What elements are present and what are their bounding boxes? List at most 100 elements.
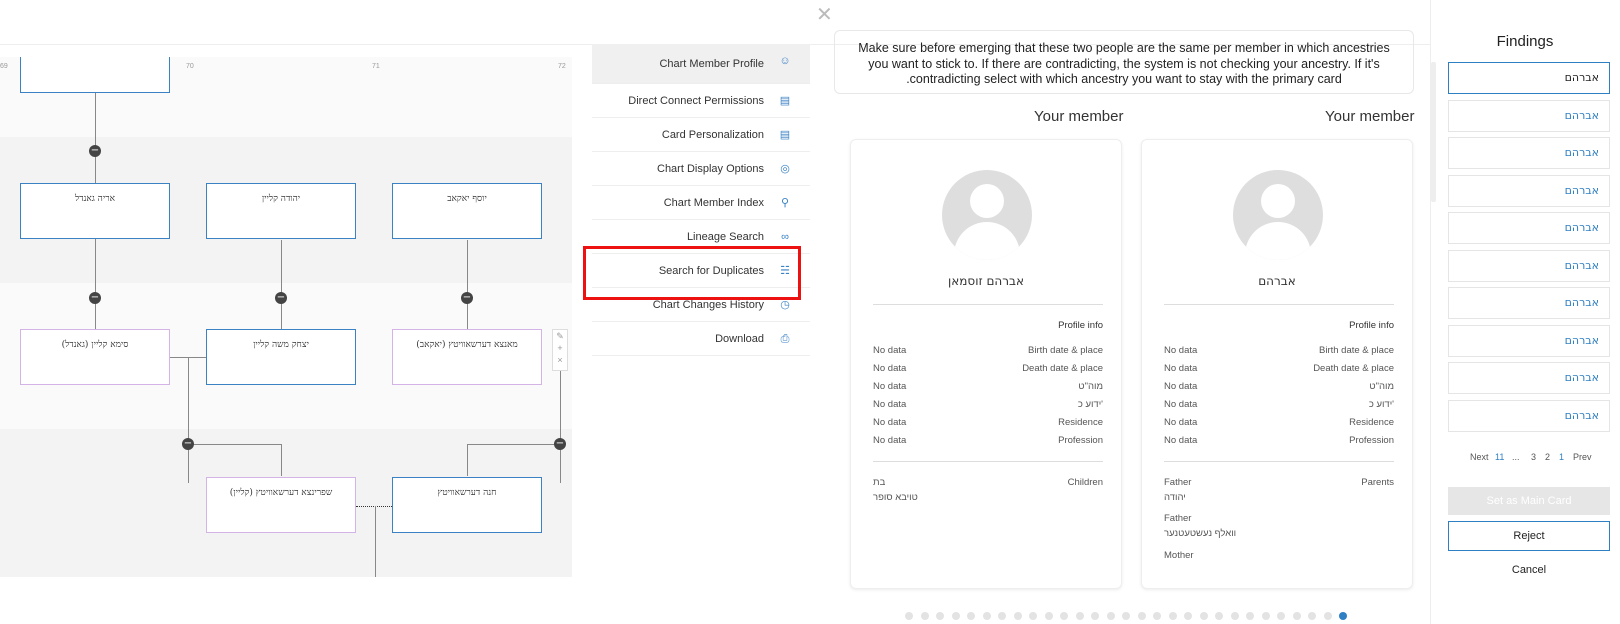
member-column-header: Your member — [1034, 108, 1124, 125]
carousel-dot[interactable] — [1106, 612, 1115, 620]
card-icon: ▤ — [779, 129, 791, 141]
reject-button[interactable]: Reject — [1448, 521, 1610, 551]
card-edit-tools[interactable]: ✎ + × — [552, 329, 568, 371]
carousel-dot[interactable] — [920, 612, 929, 620]
tree-card[interactable]: יהודה קליין — [206, 183, 356, 239]
carousel-dot[interactable] — [1323, 612, 1332, 620]
field-label: ידוע כ' — [1077, 399, 1103, 410]
finding-item[interactable]: אברהם — [1448, 212, 1610, 244]
finding-item[interactable]: אברהם — [1448, 362, 1610, 394]
carousel-dot[interactable] — [1261, 612, 1270, 620]
set-as-main-card-button[interactable]: Set as Main Card — [1448, 487, 1610, 515]
profile-info-label: Profile info — [1349, 320, 1394, 331]
tree-card[interactable]: יוסף יאקאב — [392, 183, 542, 239]
printer-icon: ⎙ — [780, 333, 790, 345]
carousel-dot[interactable] — [1339, 612, 1347, 620]
carousel-dot[interactable] — [1091, 612, 1099, 620]
pagination-page[interactable]: 2 — [1545, 452, 1550, 462]
menu-item-card-personalization[interactable]: Card Personalization ▤ — [592, 118, 810, 152]
carousel-dot[interactable] — [936, 612, 944, 620]
carousel-dot[interactable] — [1308, 612, 1316, 620]
collapse-icon[interactable]: − — [182, 438, 194, 450]
tree-card[interactable]: מאנצא דערשאוויטץ (יאקאב) — [392, 329, 542, 385]
finding-item[interactable]: אברהם — [1448, 137, 1610, 169]
carousel-dot[interactable] — [1122, 612, 1130, 620]
menu-item-download[interactable]: Download ⎙ — [592, 322, 810, 356]
carousel-dot[interactable] — [1277, 612, 1285, 620]
carousel-dot[interactable] — [1060, 612, 1068, 620]
finding-item[interactable]: אברהם — [1448, 400, 1610, 432]
pagination-prev[interactable]: Prev — [1573, 452, 1592, 462]
menu-item-label: Direct Connect Permissions — [628, 94, 764, 107]
carousel-dot[interactable] — [1184, 612, 1192, 620]
collapse-icon[interactable]: − — [89, 292, 101, 304]
field-value: No data — [1164, 363, 1198, 374]
field-value: No data — [873, 381, 907, 392]
family-tree-canvas[interactable]: 69 70 71 72 − − − − − − אריה גאנדל יהודה… — [0, 57, 572, 577]
menu-item-label: Download — [715, 332, 764, 345]
father-label: Father — [1164, 477, 1192, 488]
collapse-icon[interactable]: − — [554, 438, 566, 450]
search-icon: ⚲ — [780, 197, 790, 209]
collapse-icon[interactable]: − — [275, 292, 287, 304]
carousel-dot[interactable] — [1013, 612, 1022, 620]
carousel-dot[interactable] — [1168, 612, 1177, 620]
field-label: Profession — [1058, 435, 1103, 446]
carousel-dot[interactable] — [1292, 612, 1301, 620]
tree-card[interactable]: יצחק משה קליין — [206, 329, 356, 385]
collapse-icon[interactable]: − — [461, 292, 473, 304]
tree-card[interactable]: אריה גאנדל — [20, 183, 170, 239]
field-label: Residence — [1058, 417, 1103, 428]
finding-item[interactable]: אברהם — [1448, 250, 1610, 282]
member-card-right[interactable]: אברהם Profile info No data Birth date & p… — [1141, 139, 1413, 589]
finding-item[interactable]: אברהם — [1448, 287, 1610, 319]
finding-item[interactable]: אברהם — [1448, 175, 1610, 207]
carousel-dot[interactable] — [1153, 612, 1161, 620]
carousel-dot[interactable] — [1137, 612, 1146, 620]
close-icon[interactable]: ✕ — [816, 2, 833, 27]
pagination-page[interactable]: 3 — [1531, 452, 1536, 462]
carousel-dot[interactable] — [905, 612, 913, 620]
menu-item-label: Lineage Search — [686, 230, 764, 243]
carousel-dot[interactable] — [1199, 612, 1208, 620]
member-card-left[interactable]: אברהם זוסמאן Profile info No data Birth d… — [850, 139, 1122, 589]
tree-card[interactable]: חנה דערשאוויטץ — [392, 477, 542, 533]
carousel-dot[interactable] — [1075, 612, 1084, 620]
member-name: אברהם — [1258, 274, 1296, 288]
pagination-next[interactable]: Next — [1470, 452, 1489, 462]
carousel-dot[interactable] — [998, 612, 1006, 620]
menu-item-chart-member-profile[interactable]: Chart Member Profile ☺ — [592, 44, 810, 84]
field-label: מוה"ט — [1369, 381, 1394, 392]
carousel-dot[interactable] — [967, 612, 975, 620]
menu-item-chart-display-options[interactable]: Chart Display Options ◎ — [592, 152, 810, 186]
cancel-button[interactable]: Cancel — [1448, 564, 1610, 576]
tree-card[interactable]: סימא קליין (גאנדל) — [20, 329, 170, 385]
pagination-page[interactable]: 1 — [1559, 452, 1564, 462]
carousel-dot[interactable] — [982, 612, 991, 620]
menu-item-direct-connect-permissions[interactable]: Direct Connect Permissions ▤ — [592, 84, 810, 118]
carousel-dot[interactable] — [1044, 612, 1053, 620]
finding-item[interactable]: אברהם — [1448, 100, 1610, 132]
tree-card[interactable]: שפרינצא דערשאוויטץ (קליין) — [206, 477, 356, 533]
ruler-label: 69 — [0, 63, 8, 70]
father-name: וואלף נעשטעטנער — [1164, 528, 1237, 539]
pagination-page[interactable]: 11 — [1495, 452, 1504, 462]
scrollbar[interactable] — [1431, 62, 1436, 202]
ruler-label: 70 — [186, 63, 194, 70]
carousel-dot[interactable] — [1029, 612, 1037, 620]
carousel-dot[interactable] — [1230, 612, 1239, 620]
carousel-dot[interactable] — [1246, 612, 1254, 620]
collapse-icon[interactable]: − — [89, 145, 101, 157]
field-value: No data — [1164, 435, 1198, 446]
field-label: Death date & place — [1313, 363, 1394, 374]
menu-item-label: Chart Member Index — [663, 196, 764, 209]
member-column-header: Your member — [1325, 108, 1415, 125]
carousel-dot[interactable] — [951, 612, 960, 620]
tree-card[interactable] — [20, 57, 170, 93]
carousel-dot[interactable] — [1215, 612, 1223, 620]
finding-item[interactable]: אברהם — [1448, 62, 1610, 94]
menu-item-chart-member-index[interactable]: Chart Member Index ⚲ — [592, 186, 810, 220]
finding-item[interactable]: אברהם — [1448, 325, 1610, 357]
menu-item-label: Chart Display Options — [657, 162, 764, 175]
field-value: No data — [873, 345, 907, 356]
